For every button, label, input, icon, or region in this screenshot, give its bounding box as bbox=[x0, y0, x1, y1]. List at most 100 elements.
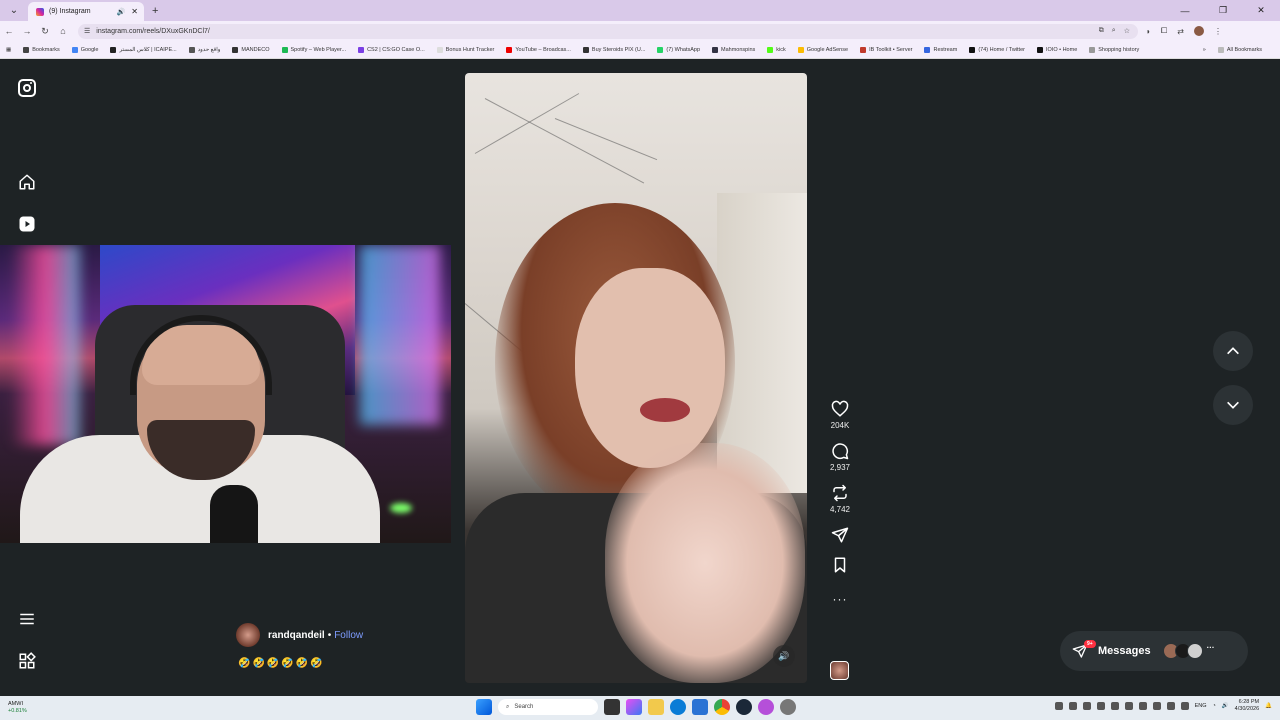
heart-icon bbox=[831, 400, 849, 417]
also-from-meta-icon[interactable] bbox=[18, 652, 36, 670]
site-info-icon[interactable]: ☰ bbox=[84, 27, 90, 35]
bookmark-item[interactable]: kick bbox=[767, 46, 786, 53]
bookmark-item[interactable]: (74) Home / Twitter bbox=[969, 46, 1025, 53]
tray-app-icon[interactable] bbox=[1082, 702, 1091, 710]
taskbar-search[interactable]: ⌕ Search bbox=[498, 699, 598, 715]
bookmark-item[interactable]: Google AdSense bbox=[797, 46, 848, 53]
more-bookmarks-icon[interactable]: » bbox=[1203, 47, 1206, 53]
reel-video[interactable]: 🔊 bbox=[465, 73, 807, 683]
save-button[interactable] bbox=[831, 556, 849, 574]
previous-reel-button[interactable] bbox=[1213, 331, 1253, 371]
reels-icon[interactable] bbox=[18, 215, 36, 233]
next-reel-button[interactable] bbox=[1213, 385, 1253, 425]
minimize-button[interactable]: — bbox=[1166, 6, 1204, 16]
messages-button[interactable]: 9+ Messages ··· bbox=[1060, 631, 1248, 671]
repost-button[interactable]: 4,742 bbox=[830, 484, 850, 514]
home-icon[interactable] bbox=[18, 173, 36, 191]
original-audio-thumbnail[interactable] bbox=[830, 661, 849, 680]
mute-toggle-icon[interactable]: 🔊 bbox=[773, 645, 795, 667]
reload-button[interactable]: ↻ bbox=[36, 26, 54, 37]
task-view-icon[interactable] bbox=[604, 699, 620, 715]
maximize-button[interactable]: ❐ bbox=[1204, 5, 1242, 16]
bookmark-item[interactable]: Bonus Hunt Tracker bbox=[436, 46, 494, 53]
bookmark-item[interactable]: Spotify – Web Player... bbox=[281, 46, 346, 53]
steam-icon[interactable] bbox=[736, 699, 752, 715]
tray-app-icon[interactable] bbox=[1054, 702, 1063, 710]
bookmark-item[interactable]: Google bbox=[71, 46, 99, 53]
bookmark-label: Buy Steroids PIX (U... bbox=[591, 46, 646, 53]
tray-app-icon[interactable] bbox=[1152, 702, 1161, 710]
file-explorer-icon[interactable] bbox=[648, 699, 664, 715]
wifi-icon[interactable]: ◔ bbox=[1212, 703, 1215, 709]
bookmark-item[interactable]: Restream bbox=[924, 46, 957, 53]
tray-app-icon[interactable] bbox=[1166, 702, 1175, 710]
bookmark-item[interactable]: IOIO • Home bbox=[1036, 46, 1077, 53]
tray-app-icon[interactable] bbox=[1110, 702, 1119, 710]
more-options-icon[interactable]: ··· bbox=[833, 592, 848, 606]
apps-icon[interactable]: ▦ bbox=[6, 47, 11, 53]
zoom-icon[interactable]: ⌕ bbox=[1112, 27, 1116, 35]
browser-tab-bar: ⌄ (9) Instagram 🔊 ✕ + — ❐ ✕ bbox=[0, 0, 1280, 21]
author-avatar[interactable] bbox=[236, 623, 260, 647]
address-bar[interactable]: ☰ instagram.com/reels/DXuxGKnDCl7/ ⧉ ⌕ ☆ bbox=[78, 23, 1138, 39]
tray-app-icon[interactable] bbox=[1068, 702, 1077, 710]
settings-icon[interactable] bbox=[780, 699, 796, 715]
chrome-icon[interactable] bbox=[714, 699, 730, 715]
language-indicator[interactable]: ENG bbox=[1195, 703, 1207, 709]
bookmark-item[interactable]: Shopping history bbox=[1089, 46, 1140, 53]
new-tab-button[interactable]: + bbox=[152, 5, 158, 17]
follow-button[interactable]: Follow bbox=[334, 630, 363, 641]
back-button[interactable]: ← bbox=[0, 26, 18, 36]
tray-app-icon[interactable] bbox=[1180, 702, 1189, 710]
tab-close-icon[interactable]: ✕ bbox=[131, 7, 138, 16]
cast-icon[interactable]: ⇄ bbox=[1177, 27, 1184, 36]
bookmark-item[interactable]: IB Toolkit • Server bbox=[860, 46, 912, 53]
bookmark-item[interactable]: (7) WhatsApp bbox=[657, 46, 700, 53]
bookmark-label: Google bbox=[80, 46, 99, 53]
comment-button[interactable]: 2,937 bbox=[830, 442, 850, 472]
like-button[interactable]: 204K bbox=[831, 400, 849, 430]
stock-change: +0.81% bbox=[8, 708, 27, 714]
instagram-logo-icon[interactable] bbox=[18, 79, 36, 97]
stock-widget[interactable]: AMWI +0.81% bbox=[8, 701, 27, 715]
bookmark-star-icon[interactable]: ☆ bbox=[1124, 27, 1130, 35]
notifications-icon[interactable]: 🔔 bbox=[1265, 703, 1272, 709]
home-button[interactable]: ⌂ bbox=[54, 26, 72, 36]
more-menu-icon[interactable] bbox=[18, 610, 36, 628]
tray-app-icon[interactable] bbox=[1138, 702, 1147, 710]
bookmark-item[interactable]: واقع حدود bbox=[188, 46, 220, 53]
clock[interactable]: 6:28 PM 4/30/2026 bbox=[1235, 699, 1259, 713]
tray-app-icon[interactable] bbox=[1096, 702, 1105, 710]
bookmark-item[interactable]: Bookmarks bbox=[23, 46, 60, 53]
bookmark-label: YouTube – Broadcas... bbox=[515, 46, 571, 53]
bookmark-item[interactable]: كلاس المستر | ICAIPE... bbox=[110, 46, 177, 53]
forward-button[interactable]: → bbox=[18, 26, 36, 36]
tray-app-icon[interactable] bbox=[1124, 702, 1133, 710]
browser-tab[interactable]: (9) Instagram 🔊 ✕ bbox=[28, 2, 144, 21]
tab-search-icon[interactable]: ⌄ bbox=[6, 3, 22, 19]
store-icon[interactable] bbox=[692, 699, 708, 715]
read-aloud-icon[interactable]: ◗ bbox=[1146, 27, 1151, 36]
bookmark-label: Shopping history bbox=[1098, 46, 1140, 53]
share-button[interactable] bbox=[831, 526, 849, 544]
close-window-button[interactable]: ✕ bbox=[1242, 5, 1280, 16]
profile-avatar[interactable] bbox=[1193, 26, 1204, 36]
bookmark-item[interactable]: YouTube – Broadcas... bbox=[506, 46, 571, 53]
reel-caption: 🤣🤣🤣🤣🤣🤣 bbox=[238, 658, 325, 669]
obs-icon[interactable] bbox=[758, 699, 774, 715]
all-bookmarks-button[interactable]: All Bookmarks bbox=[1217, 46, 1262, 53]
copilot-icon[interactable] bbox=[626, 699, 642, 715]
bookmark-item[interactable]: CS2 | CS:GO Case O... bbox=[358, 46, 425, 53]
browser-menu-icon[interactable]: ⋮ bbox=[1214, 27, 1222, 36]
messages-badge: 9+ bbox=[1084, 640, 1096, 648]
bookmark-item[interactable]: Buy Steroids PIX (U... bbox=[582, 46, 646, 53]
bookmark-item[interactable]: Mahmonspins bbox=[712, 46, 755, 53]
start-icon[interactable] bbox=[476, 699, 492, 715]
extensions-icon[interactable]: ⧠ bbox=[1161, 26, 1167, 36]
tab-audio-icon[interactable]: 🔊 bbox=[117, 8, 126, 16]
author-username[interactable]: randqandeil bbox=[268, 630, 325, 641]
volume-icon[interactable]: 🔊 bbox=[1222, 703, 1229, 709]
edge-icon[interactable] bbox=[670, 699, 686, 715]
bookmark-item[interactable]: MANDECO bbox=[232, 46, 270, 53]
install-app-icon[interactable]: ⧉ bbox=[1099, 27, 1104, 35]
